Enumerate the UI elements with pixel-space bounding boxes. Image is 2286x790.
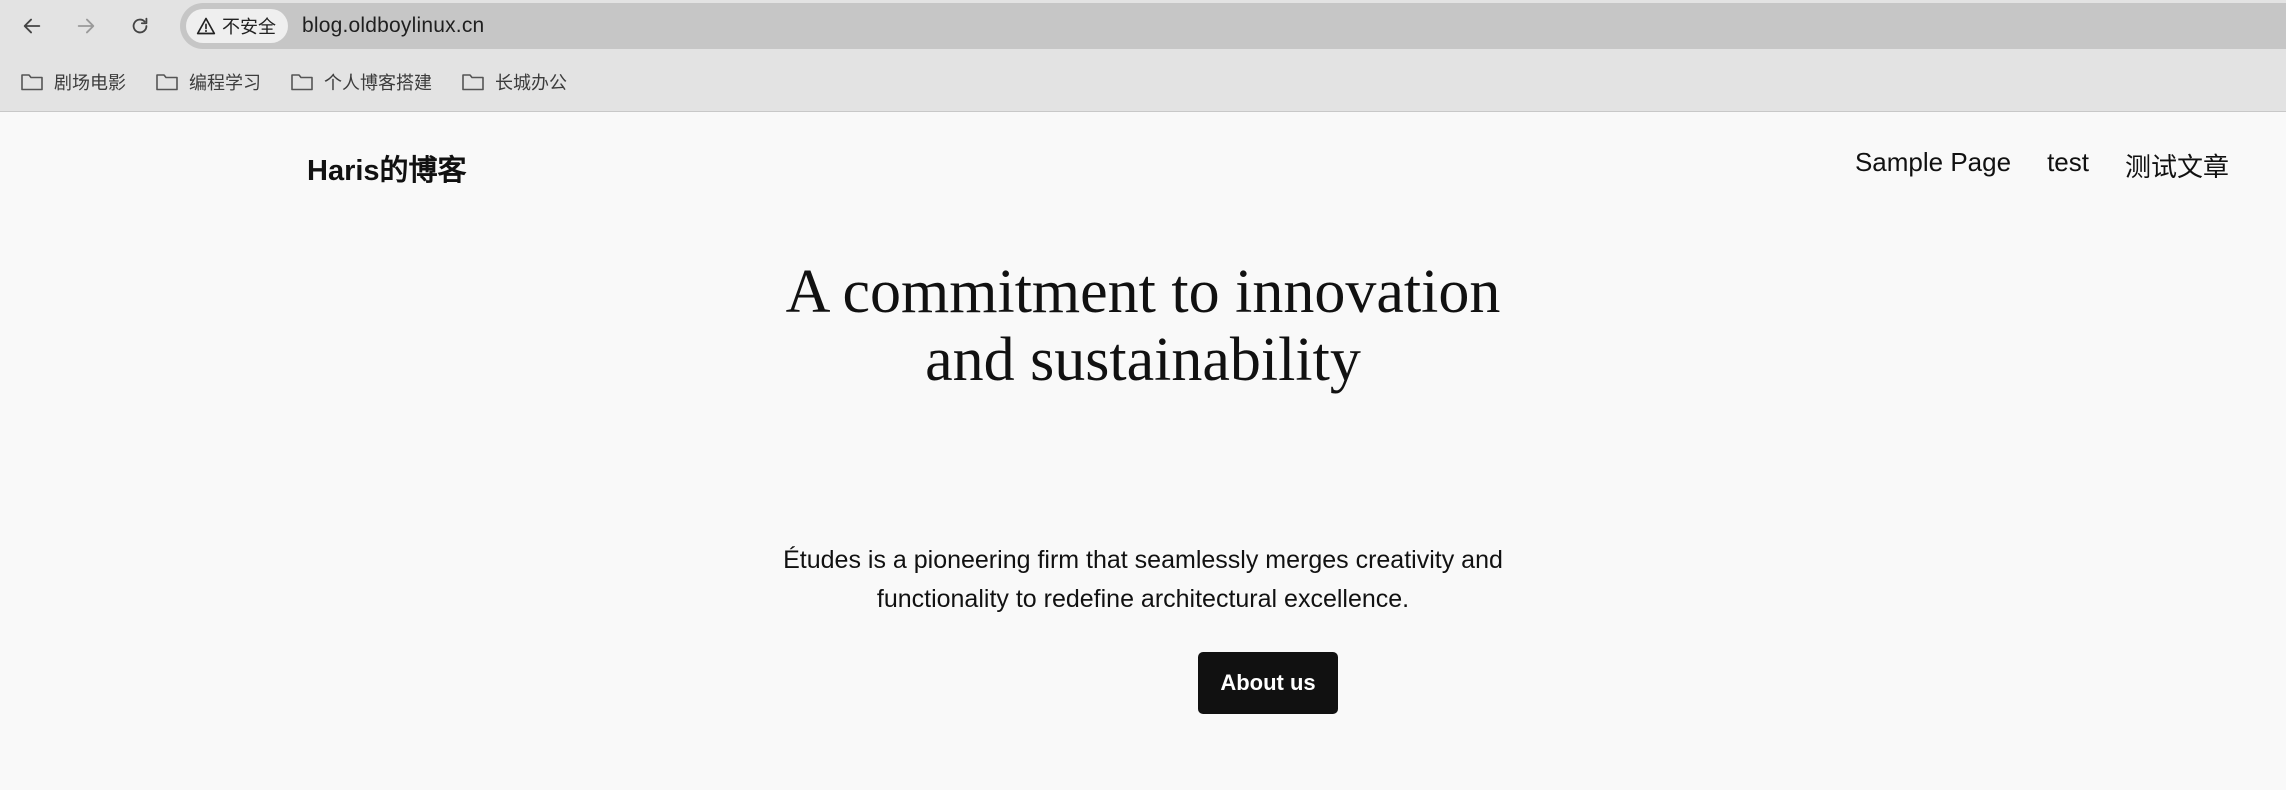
hero-heading-line: and sustainability [925, 326, 1361, 394]
bookmark-folder[interactable]: 长城办公 [461, 66, 567, 98]
reload-icon [132, 17, 148, 34]
security-label: 不安全 [222, 17, 276, 37]
security-chip[interactable]: 不安全 [186, 9, 288, 43]
hero-description-line: Études is a pioneering firm that seamles… [783, 546, 1503, 574]
folder-icon [21, 74, 43, 91]
hero-description-line: functionality to redefine architectural … [876, 585, 1410, 613]
hero-heading: A commitment to innovation and sustainab… [0, 258, 2286, 394]
address-bar[interactable]: 不安全 blog.oldboylinux.cn [180, 3, 2286, 49]
web-page: Haris的博客 Sample Page test 测试文章 A commitm… [0, 113, 2286, 790]
hero-description: Études is a pioneering firm that seamles… [0, 541, 2286, 619]
bookmark-label: 编程学习 [189, 73, 261, 93]
folder-icon [462, 74, 484, 91]
folder-icon [156, 74, 178, 91]
bookmark-folder[interactable]: 剧场电影 [20, 66, 126, 98]
site-nav: Sample Page test 测试文章 [1855, 147, 2229, 184]
bookmark-label: 个人博客搭建 [324, 73, 432, 93]
forward-arrow-icon [77, 18, 95, 34]
bookmark-label: 长城办公 [495, 73, 567, 93]
about-us-button[interactable]: About us [1198, 652, 1338, 714]
nav-link-test-article[interactable]: 测试文章 [2125, 147, 2229, 184]
folder-icon [291, 74, 313, 91]
bookmark-folder[interactable]: 个人博客搭建 [290, 66, 432, 98]
forward-button[interactable] [68, 8, 104, 44]
nav-link-sample-page[interactable]: Sample Page [1855, 147, 2011, 184]
back-button[interactable] [14, 8, 50, 44]
hero-heading-line: A commitment to innovation [785, 258, 1501, 326]
back-arrow-icon [23, 18, 41, 34]
bookmark-label: 剧场电影 [54, 73, 126, 93]
bookmarks-bar: 剧场电影 编程学习 个人博客搭建 长城办公 [0, 52, 2286, 112]
warning-triangle-icon [196, 17, 216, 35]
browser-toolbar: 不安全 blog.oldboylinux.cn [0, 0, 2286, 52]
bookmark-folder[interactable]: 编程学习 [155, 66, 261, 98]
site-title[interactable]: Haris的博客 [307, 147, 467, 189]
reload-button[interactable] [122, 8, 158, 44]
url-text[interactable]: blog.oldboylinux.cn [302, 3, 484, 49]
nav-link-test[interactable]: test [2047, 147, 2089, 184]
